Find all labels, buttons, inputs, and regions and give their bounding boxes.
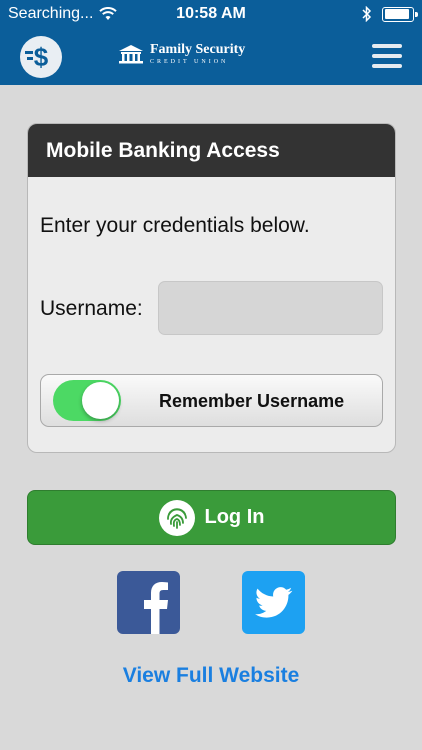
status-bar: Searching... 10:58 AM [0,0,422,30]
card-title: Mobile Banking Access [28,124,395,177]
dollar-transfer-icon: $ [25,42,49,72]
login-card: Mobile Banking Access Enter your credent… [27,123,396,453]
credentials-instruction: Enter your credentials below. [40,214,310,237]
remember-username-button[interactable]: Remember Username [40,374,383,427]
svg-text:$: $ [34,42,49,72]
battery-level [384,9,409,19]
remember-toggle[interactable] [53,380,121,421]
log-in-label: Log In [204,506,265,528]
building-logo-icon [119,45,143,64]
fingerprint-icon [158,499,195,536]
log-in-button[interactable]: Log In [27,490,396,545]
username-input[interactable] [158,281,383,335]
remember-username-label: Remember Username [159,391,345,411]
toggle-knob [82,382,119,419]
app-header: $ Family Security CREDIT UNION [0,30,422,85]
view-full-website-link[interactable]: View Full Website [0,664,422,688]
twitter-button[interactable] [242,571,305,634]
username-label: Username: [40,297,143,320]
logo-subtitle: CREDIT UNION [150,59,229,65]
facebook-button[interactable] [117,571,180,634]
hamburger-menu-icon[interactable] [372,44,402,68]
bluetooth-icon [362,6,372,22]
facebook-icon [144,582,168,634]
clock: 10:58 AM [176,5,246,22]
dollar-transfer-button[interactable]: $ [20,36,62,78]
logo-name: Family Security [150,42,246,57]
battery-icon [382,6,418,22]
brand-logo: Family Security CREDIT UNION [118,43,245,65]
twitter-icon [254,586,292,618]
